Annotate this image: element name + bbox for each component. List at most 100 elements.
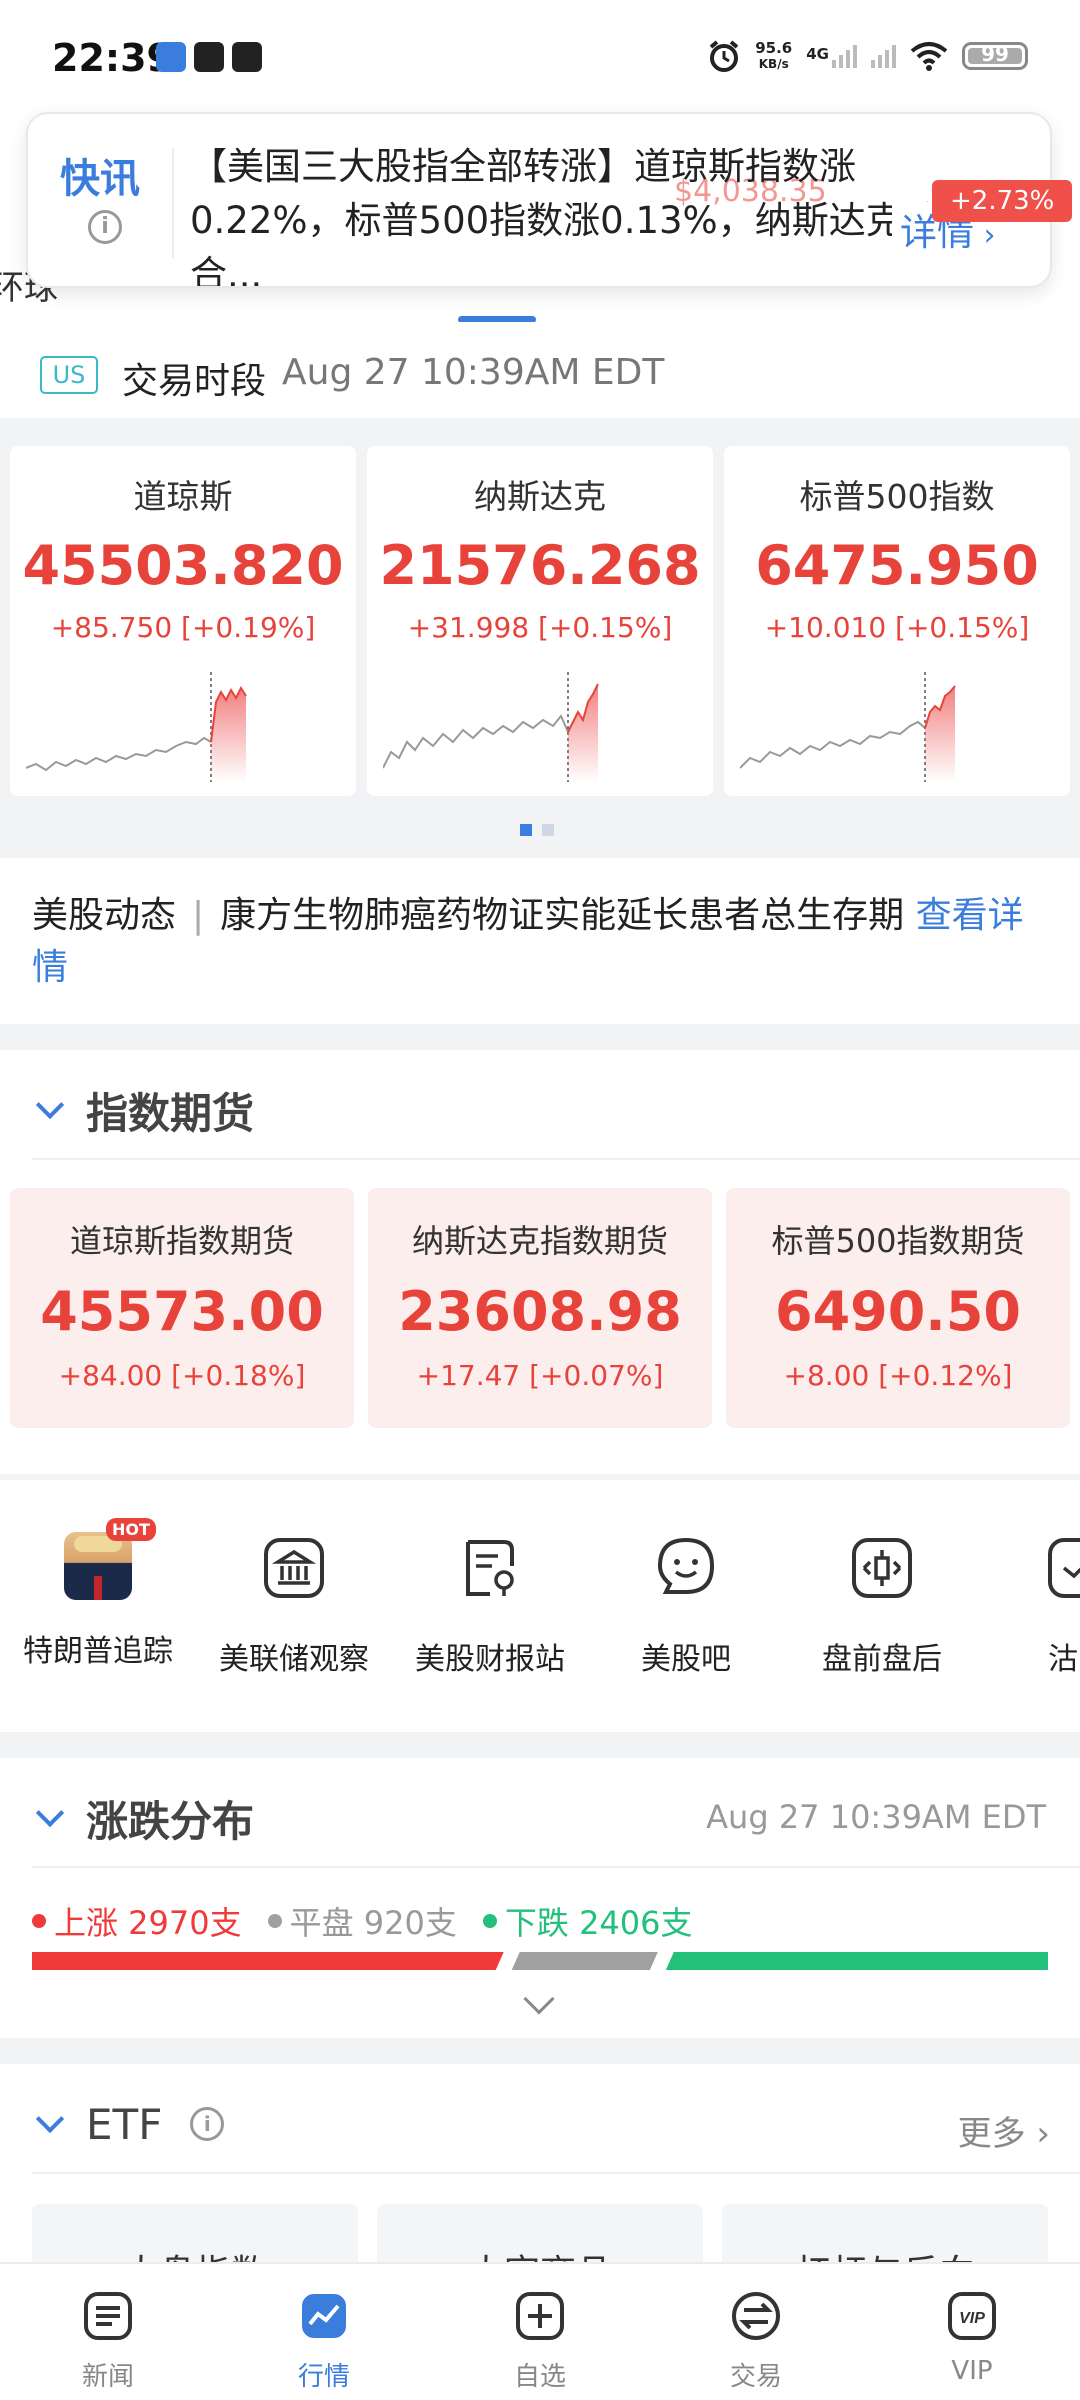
futures-header[interactable]: 指数期货 xyxy=(32,1080,254,1140)
app-notification-icon xyxy=(194,42,224,72)
signal-icon xyxy=(832,44,857,68)
section-title: 涨跌分布 xyxy=(86,1796,255,1846)
bottom-navigation: 新闻 行情 自选 交易 VIP VIP xyxy=(0,2262,1080,2400)
flash-news-label: 快讯 xyxy=(60,156,140,202)
down-segment xyxy=(665,1952,1048,1970)
session-label: 交易时段 xyxy=(122,361,267,402)
nav-watchlist[interactable]: 自选 xyxy=(470,2290,610,2393)
sparkline-chart xyxy=(740,672,956,782)
report-icon xyxy=(466,1540,514,1596)
stock-app-icon xyxy=(156,42,186,72)
index-card-sp500[interactable]: 标普500指数 6475.950 +10.010 [+0.15%] xyxy=(724,446,1070,796)
nav-trade[interactable]: 交易 xyxy=(686,2290,826,2393)
alarm-icon xyxy=(709,40,739,72)
session-time: Aug 27 10:39AM EDT xyxy=(282,352,665,393)
future-price: 45573.00 xyxy=(40,1280,324,1343)
wifi-icon xyxy=(910,42,948,71)
trade-icon xyxy=(732,2292,780,2340)
shortcut-stock-forum[interactable]: 美股吧 xyxy=(588,1532,784,1678)
index-price: 45503.820 xyxy=(22,534,344,597)
section-title: 指数期货 xyxy=(86,1088,255,1138)
chevron-right-icon: › xyxy=(974,218,996,253)
up-dot xyxy=(32,1914,46,1928)
divider xyxy=(172,148,174,258)
vip-icon: VIP xyxy=(948,2292,996,2340)
future-change: +84.00 [+0.18%] xyxy=(58,1359,306,1392)
status-time: 22:39 xyxy=(52,36,173,80)
expand-chevron-icon[interactable] xyxy=(523,1983,555,2015)
down-dot xyxy=(482,1914,497,1928)
battery-icon: 99 xyxy=(962,42,1028,70)
up-segment xyxy=(32,1952,504,1970)
carousel-dots xyxy=(520,824,554,836)
etf-more-link[interactable]: 更多 › xyxy=(958,2106,1050,2155)
ticker-headline: 康方生物肺癌药物证实能延长患者总生存期 xyxy=(220,895,905,936)
index-cards: 道琼斯 45503.820 +85.750 [+0.19%] 纳斯达克 2157… xyxy=(0,418,1080,858)
etf-header[interactable]: ETF i xyxy=(32,2094,225,2154)
future-name: 道琼斯指数期货 xyxy=(69,1222,294,1260)
sparkline-chart xyxy=(383,672,599,782)
index-name: 道琼斯 xyxy=(133,477,233,516)
index-price: 6475.950 xyxy=(755,534,1039,597)
chevron-down-icon xyxy=(35,2104,65,2134)
svg-text:VIP: VIP xyxy=(959,2310,985,2327)
future-change: +8.00 [+0.12%] xyxy=(783,1359,1013,1392)
flat-segment xyxy=(512,1952,658,1970)
index-price: 21576.268 xyxy=(379,534,701,597)
info-icon[interactable]: i xyxy=(190,2107,225,2141)
net-speed: 95.6 KB/s xyxy=(755,39,793,71)
us-stock-news-ticker[interactable]: 美股动态 | 康方生物肺癌药物证实能延长患者总生存期 查看详情 xyxy=(0,858,1080,1024)
breadth-legend: 上涨 2970支 平盘 920支 下跌 2406支 xyxy=(32,1898,693,1944)
up-count: 上涨 2970支 xyxy=(54,1904,242,1942)
app-notification-icon xyxy=(232,42,262,72)
breadth-bar xyxy=(32,1952,1048,1970)
chevron-down-icon xyxy=(35,1798,65,1828)
watchlist-icon xyxy=(516,2292,564,2340)
market-icon xyxy=(302,2294,346,2338)
shortcut-short-selling[interactable]: 沽空 xyxy=(980,1532,1080,1678)
feature-shortcuts: HOT 特朗普追踪 美联储观察 美股财报站 美股吧 盘前盘后 沽 xyxy=(0,1480,1080,1732)
index-name: 标普500指数 xyxy=(799,477,995,516)
signal-icon xyxy=(871,44,896,68)
chat-smile-icon xyxy=(657,1537,715,1594)
trading-session-bar: US 交易时段 Aug 27 10:39AM EDT xyxy=(0,322,1080,418)
future-name: 标普500指数期货 xyxy=(771,1222,1025,1260)
candlestick-icon xyxy=(852,1538,912,1598)
shortcut-fed-watch[interactable]: 美联储观察 xyxy=(196,1532,392,1678)
index-card-nasdaq[interactable]: 纳斯达克 21576.268 +31.998 [+0.15%] xyxy=(367,446,713,796)
breadth-header[interactable]: 涨跌分布 xyxy=(32,1788,254,1848)
news-icon xyxy=(84,2292,132,2340)
trump-avatar-icon: HOT xyxy=(64,1518,156,1600)
section-title: ETF xyxy=(86,2099,163,2149)
nav-market[interactable]: 行情 xyxy=(254,2290,394,2393)
us-market-badge: US xyxy=(40,356,98,394)
advance-decline-section: 涨跌分布 Aug 27 10:39AM EDT 上涨 2970支 平盘 920支… xyxy=(0,1758,1080,2038)
partial-icon xyxy=(1048,1538,1080,1598)
flash-news-text: 【美国三大股指全部转涨】道琼斯指数涨0.22%，标普500指数涨0.13%，纳斯… xyxy=(190,145,940,288)
breadth-timestamp: Aug 27 10:39AM EDT xyxy=(706,1798,1046,1836)
shortcut-earnings[interactable]: 美股财报站 xyxy=(392,1532,588,1678)
shortcut-pre-after-market[interactable]: 盘前盘后 xyxy=(784,1532,980,1678)
info-icon[interactable]: i xyxy=(88,210,122,244)
index-card-dow[interactable]: 道琼斯 45503.820 +85.750 [+0.19%] xyxy=(10,446,356,796)
index-name: 纳斯达克 xyxy=(474,477,606,516)
future-change: +17.47 [+0.07%] xyxy=(416,1359,664,1392)
index-change: +10.010 [+0.15%] xyxy=(764,611,1030,644)
down-count: 下跌 2406支 xyxy=(504,1904,693,1942)
nav-news[interactable]: 新闻 xyxy=(38,2290,178,2393)
index-change: +31.998 [+0.15%] xyxy=(407,611,673,644)
bank-icon xyxy=(264,1538,324,1598)
shortcut-trump-tracker[interactable]: HOT 特朗普追踪 xyxy=(0,1518,196,1670)
nav-vip[interactable]: VIP VIP xyxy=(902,2290,1042,2386)
index-futures-section: 指数期货 道琼斯指数期货 45573.00 +84.00 [+0.18%] 纳斯… xyxy=(0,1050,1080,1474)
etf-section: ETF i 更多 › 大盘指数 大宗商品 杠杆与反向 xyxy=(0,2064,1080,2304)
flash-news-popup[interactable]: 快讯 i $4,038.35 【美国三大股指全部转涨】道琼斯指数涨0.22%，标… xyxy=(26,112,1052,288)
flat-count: 平盘 920支 xyxy=(289,1904,457,1942)
flat-dot xyxy=(267,1914,282,1928)
future-card-nasdaq[interactable]: 纳斯达克指数期货 23608.98 +17.47 [+0.07%] xyxy=(368,1188,712,1428)
ticker-label: 美股动态 xyxy=(32,895,177,936)
future-card-sp500[interactable]: 标普500指数期货 6490.50 +8.00 [+0.12%] xyxy=(726,1188,1070,1428)
future-card-dow[interactable]: 道琼斯指数期货 45573.00 +84.00 [+0.18%] xyxy=(10,1188,354,1428)
chevron-right-icon: › xyxy=(1025,2114,1050,2154)
chevron-down-icon xyxy=(35,1090,65,1120)
